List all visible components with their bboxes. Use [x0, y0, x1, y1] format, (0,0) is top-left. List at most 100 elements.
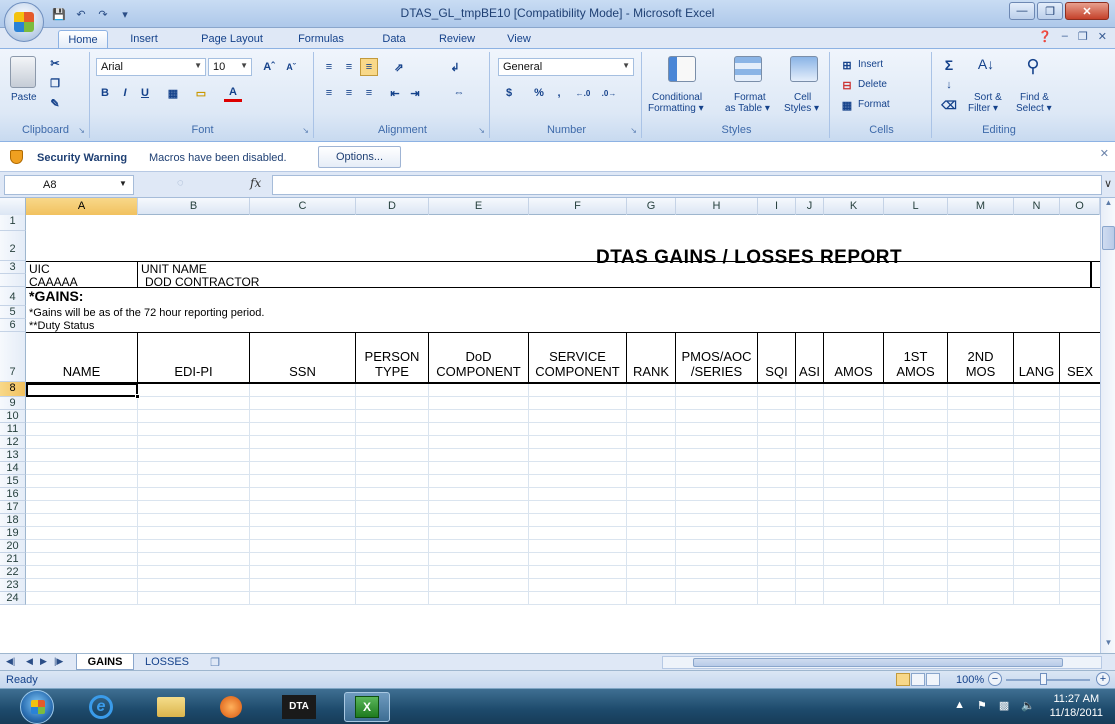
duty-status-note[interactable]: **Duty Status — [29, 320, 94, 332]
row-header[interactable]: 14 — [0, 462, 26, 475]
row-header[interactable]: 6 — [0, 319, 26, 332]
align-right-icon[interactable]: ≡ — [360, 84, 378, 102]
last-sheet-icon[interactable]: |▶ — [54, 656, 63, 667]
alignment-launcher-icon[interactable]: ↘ — [478, 126, 485, 135]
active-cell[interactable] — [26, 383, 138, 397]
insert-sheet-icon[interactable]: ❐ — [200, 654, 230, 670]
zoom-level[interactable]: 100% — [956, 674, 984, 686]
column-header-f[interactable]: F — [529, 198, 627, 215]
decrease-decimal-icon[interactable]: .0→ — [600, 84, 618, 102]
font-color-icon[interactable]: A — [224, 84, 242, 102]
chevron-down-icon[interactable]: ▼ — [119, 179, 127, 188]
excel-taskbar-icon[interactable]: X — [344, 692, 390, 722]
row-header[interactable]: 18 — [0, 514, 26, 527]
page-break-view-icon[interactable] — [926, 673, 940, 686]
column-header-c[interactable]: C — [250, 198, 356, 215]
column-header-g[interactable]: G — [627, 198, 676, 215]
ribbon-close-icon[interactable]: ✕ — [1098, 30, 1107, 43]
shrink-font-icon[interactable]: Aˇ — [280, 58, 302, 76]
tab-insert[interactable]: Insert — [120, 30, 168, 48]
insert-function-icon[interactable]: fx — [250, 176, 261, 190]
zoom-slider[interactable] — [1006, 679, 1090, 681]
row-header[interactable]: 4 — [0, 287, 26, 306]
normal-view-icon[interactable] — [896, 673, 910, 686]
unit-name-value[interactable]: DOD CONTRACTOR — [145, 275, 259, 289]
insert-cells-button[interactable]: Insert — [858, 59, 883, 70]
minimize-button[interactable]: — — [1009, 2, 1035, 20]
row-header[interactable]: 17 — [0, 501, 26, 514]
formula-input[interactable] — [272, 175, 1102, 195]
header-ssn[interactable]: SSN — [250, 333, 356, 382]
sheet-tab-losses[interactable]: LOSSES — [138, 654, 196, 670]
header-person-type[interactable]: PERSON TYPE — [356, 333, 429, 382]
network-icon[interactable]: ▩ — [999, 699, 1009, 712]
column-header-h[interactable]: H — [676, 198, 758, 215]
format-cells-button[interactable]: Format — [858, 99, 890, 110]
expand-formula-bar-icon[interactable]: ∨ — [1104, 177, 1112, 190]
paste-icon[interactable] — [10, 56, 36, 88]
column-header-e[interactable]: E — [429, 198, 529, 215]
tab-home[interactable]: Home — [58, 30, 108, 48]
options-button[interactable]: Options... — [318, 146, 401, 168]
column-header-b[interactable]: B — [138, 198, 250, 215]
header-amos[interactable]: AMOS — [824, 333, 884, 382]
cut-icon[interactable]: ✂ — [46, 54, 64, 72]
vertical-scrollbar[interactable]: ▲ ▼ — [1100, 198, 1115, 653]
fill-handle[interactable] — [135, 394, 140, 399]
italic-icon[interactable]: I — [116, 84, 134, 102]
first-sheet-icon[interactable]: ◀| — [6, 656, 15, 667]
prev-sheet-icon[interactable]: ◀ — [26, 656, 33, 667]
increase-indent-icon[interactable]: ⇥ — [406, 84, 424, 102]
row-header[interactable]: 21 — [0, 553, 26, 566]
header-service-component[interactable]: SERVICE COMPONENT — [529, 333, 627, 382]
decrease-indent-icon[interactable]: ⇤ — [386, 84, 404, 102]
conditional-formatting-icon[interactable] — [668, 56, 696, 82]
fill-icon[interactable]: ↓ — [940, 76, 958, 94]
font-launcher-icon[interactable]: ↘ — [302, 126, 309, 135]
tab-view[interactable]: View — [500, 30, 538, 48]
align-center-icon[interactable]: ≡ — [340, 84, 358, 102]
zoom-slider-thumb[interactable] — [1040, 673, 1047, 685]
row-header[interactable]: 23 — [0, 579, 26, 592]
cell-styles-icon[interactable] — [790, 56, 818, 82]
tab-review[interactable]: Review — [432, 30, 482, 48]
clear-icon[interactable]: ⌫ — [940, 96, 958, 114]
align-bottom-icon[interactable]: ≡ — [360, 58, 378, 76]
merge-center-icon[interactable]: ⇔ — [446, 84, 472, 102]
bold-icon[interactable]: B — [96, 84, 114, 102]
uic-value[interactable]: CAAAAA — [29, 275, 78, 289]
delete-cells-icon[interactable]: ⊟ — [838, 76, 856, 94]
header-sqi[interactable]: SQI — [758, 333, 796, 382]
row-header[interactable]: 22 — [0, 566, 26, 579]
increase-decimal-icon[interactable]: ←.0 — [574, 84, 592, 102]
header-lang[interactable]: LANG — [1014, 333, 1060, 382]
action-center-icon[interactable]: ⚑ — [977, 699, 987, 712]
header-pmos[interactable]: PMOS/AOC/SERIES — [676, 333, 758, 382]
tab-formulas[interactable]: Formulas — [290, 30, 352, 48]
column-header-l[interactable]: L — [884, 198, 948, 215]
align-middle-icon[interactable]: ≡ — [340, 58, 358, 76]
sheet-tab-gains[interactable]: GAINS — [76, 654, 134, 670]
volume-icon[interactable]: 🔈 — [1021, 699, 1035, 712]
insert-cells-icon[interactable]: ⊞ — [838, 56, 856, 74]
show-hidden-icons-icon[interactable]: ▲ — [954, 699, 965, 712]
fill-color-icon[interactable]: ▭ — [192, 84, 210, 102]
ribbon-minimize-icon[interactable]: – — [1062, 30, 1068, 43]
column-header-n[interactable]: N — [1014, 198, 1060, 215]
conditional-formatting-button[interactable]: Conditional — [652, 92, 702, 103]
file-explorer-icon[interactable] — [148, 692, 194, 722]
find-select-button[interactable]: Find & — [1020, 92, 1049, 103]
zoom-out-icon[interactable]: − — [988, 672, 1002, 686]
row-header[interactable] — [0, 274, 26, 287]
office-button[interactable] — [4, 2, 44, 42]
row-header[interactable]: 20 — [0, 540, 26, 553]
header-2nd-mos[interactable]: 2ND MOS — [948, 333, 1014, 382]
zoom-in-icon[interactable]: + — [1096, 672, 1110, 686]
row-header[interactable]: 5 — [0, 306, 26, 319]
column-header-m[interactable]: M — [948, 198, 1014, 215]
orientation-icon[interactable]: ⇗ — [386, 58, 412, 76]
row-header[interactable]: 15 — [0, 475, 26, 488]
comma-button[interactable]: , — [550, 84, 568, 102]
name-box[interactable]: A8 — [4, 175, 134, 195]
dtas-app-icon[interactable]: DTA — [276, 692, 322, 722]
